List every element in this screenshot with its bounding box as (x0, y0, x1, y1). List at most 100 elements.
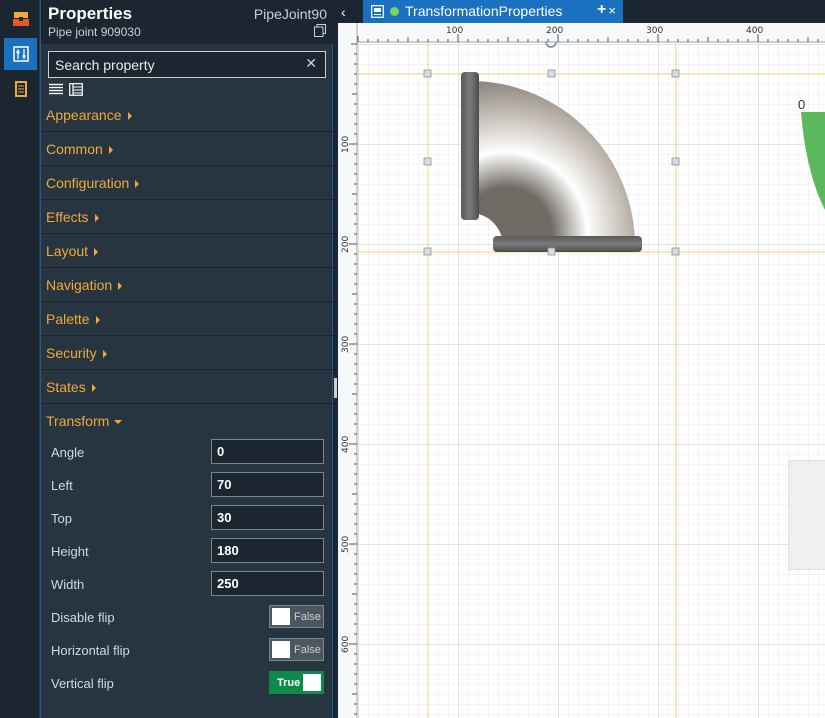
caret-right-icon (135, 180, 140, 189)
copy-icon[interactable] (314, 24, 326, 37)
toggle-state: False (294, 611, 321, 623)
offscreen-shape[interactable] (788, 460, 825, 570)
caret-right-icon (94, 214, 99, 223)
caret-right-icon (102, 350, 107, 359)
clear-icon[interactable]: ✕ (305, 55, 317, 72)
ruler-v-label: 300 (341, 336, 351, 353)
app-window: Properties PipeJoint90 Pipe joint 909030… (0, 0, 825, 718)
category-appearance[interactable]: Appearance (41, 99, 333, 132)
category-label: States (46, 379, 86, 395)
icon-rail (0, 0, 40, 718)
prop-label: Vertical flip (51, 676, 114, 691)
category-label: Configuration (46, 175, 130, 191)
category-label: Effects (46, 209, 89, 225)
close-icon[interactable]: × (608, 3, 616, 18)
category-label: Navigation (46, 277, 113, 293)
prop-row-angle: Angle (41, 436, 333, 469)
toggle-knob (303, 674, 321, 691)
category-label: Transform (46, 413, 110, 429)
caret-right-icon (91, 384, 96, 393)
design-canvas[interactable]: 100 200 300 400 100 200 300 400 500 600 (338, 23, 825, 718)
category-states[interactable]: States (41, 371, 333, 404)
ruler-v-label: 100 (341, 136, 351, 153)
category-label: Layout (46, 243, 89, 259)
tab-bar: ‹ TransformationProperties × + (333, 0, 825, 23)
category-transform[interactable]: Transform (41, 405, 333, 438)
display-icon (371, 5, 384, 18)
add-tab-icon[interactable]: + (597, 1, 606, 19)
tab-title: TransformationProperties (405, 3, 563, 19)
ruler-v-label: 500 (341, 536, 351, 553)
status-dot-icon (390, 7, 399, 16)
top-input[interactable] (211, 505, 324, 530)
vertical-flip-toggle[interactable]: True (269, 671, 324, 694)
category-configuration[interactable]: Configuration (41, 167, 333, 200)
prop-row-top: Top (41, 502, 333, 535)
ruler-h-label: 200 (546, 26, 563, 36)
ruler-h-label: 300 (646, 26, 663, 36)
list-view-icon[interactable] (49, 83, 63, 96)
prop-label: Height (51, 544, 89, 559)
prop-row-height: Height (41, 535, 333, 568)
category-security[interactable]: Security (41, 337, 333, 370)
category-navigation[interactable]: Navigation (41, 269, 333, 302)
ruler-v-label: 400 (341, 436, 351, 453)
properties-panel: Properties PipeJoint90 Pipe joint 909030… (40, 0, 334, 718)
left-input[interactable] (211, 472, 324, 497)
search-input[interactable] (49, 52, 299, 77)
panel-header: Properties PipeJoint90 Pipe joint 909030 (41, 0, 334, 44)
prop-label: Left (51, 478, 73, 493)
width-input[interactable] (211, 571, 324, 596)
category-label: Palette (46, 311, 90, 327)
prop-label: Horizontal flip (51, 643, 130, 658)
ruler-v-label: 600 (341, 636, 351, 653)
prop-label: Top (51, 511, 72, 526)
panel-splitter[interactable] (334, 378, 337, 398)
prop-row-width: Width (41, 568, 333, 601)
prop-row-vertical-flip: Vertical flip True (41, 667, 333, 700)
grid-view-icon[interactable] (69, 83, 83, 96)
category-label: Security (46, 345, 97, 361)
caret-right-icon (108, 146, 113, 155)
book-icon (14, 81, 27, 97)
toggle-knob (272, 608, 290, 625)
disable-flip-toggle[interactable]: False (269, 605, 324, 628)
toggle-state: True (277, 677, 301, 689)
caret-right-icon (95, 316, 100, 325)
category-common[interactable]: Common (41, 133, 333, 166)
toolbox-button[interactable] (4, 3, 37, 35)
caret-right-icon (118, 282, 123, 291)
properties-button[interactable] (4, 38, 37, 70)
category-layout[interactable]: Layout (41, 235, 333, 268)
prop-label: Angle (51, 445, 85, 460)
search-box: ✕ (48, 51, 326, 78)
shape-value-label: 0 (798, 97, 806, 112)
canvas-svg: 100 200 300 400 100 200 300 400 500 600 (338, 23, 825, 718)
object-subtitle: Pipe joint 909030 (48, 25, 141, 39)
height-input[interactable] (211, 538, 324, 563)
category-label: Common (46, 141, 103, 157)
library-button[interactable] (4, 73, 37, 105)
tab-transformation-properties[interactable]: TransformationProperties × (363, 0, 623, 23)
back-icon[interactable]: ‹ (341, 4, 346, 20)
properties-icon (12, 46, 29, 62)
caret-right-icon (94, 248, 99, 257)
category-palette[interactable]: Palette (41, 303, 333, 336)
horizontal-flip-toggle[interactable]: False (269, 638, 324, 661)
caret-right-icon (127, 112, 132, 121)
prop-label: Disable flip (51, 610, 115, 625)
prop-row-left: Left (41, 469, 333, 502)
toggle-knob (272, 641, 290, 658)
category-label: Appearance (46, 107, 122, 123)
panel-title: Properties (48, 4, 133, 23)
prop-row-disable-flip: Disable flip False (41, 601, 333, 634)
ruler-h-label: 400 (746, 26, 763, 36)
prop-row-horizontal-flip: Horizontal flip False (41, 634, 333, 667)
category-effects[interactable]: Effects (41, 201, 333, 234)
object-name: PipeJoint90 (253, 6, 327, 22)
toolbox-icon (12, 12, 29, 26)
ruler-h-label: 100 (446, 26, 463, 36)
angle-input[interactable] (211, 439, 324, 464)
prop-label: Width (51, 577, 85, 592)
toggle-state: False (294, 644, 321, 656)
